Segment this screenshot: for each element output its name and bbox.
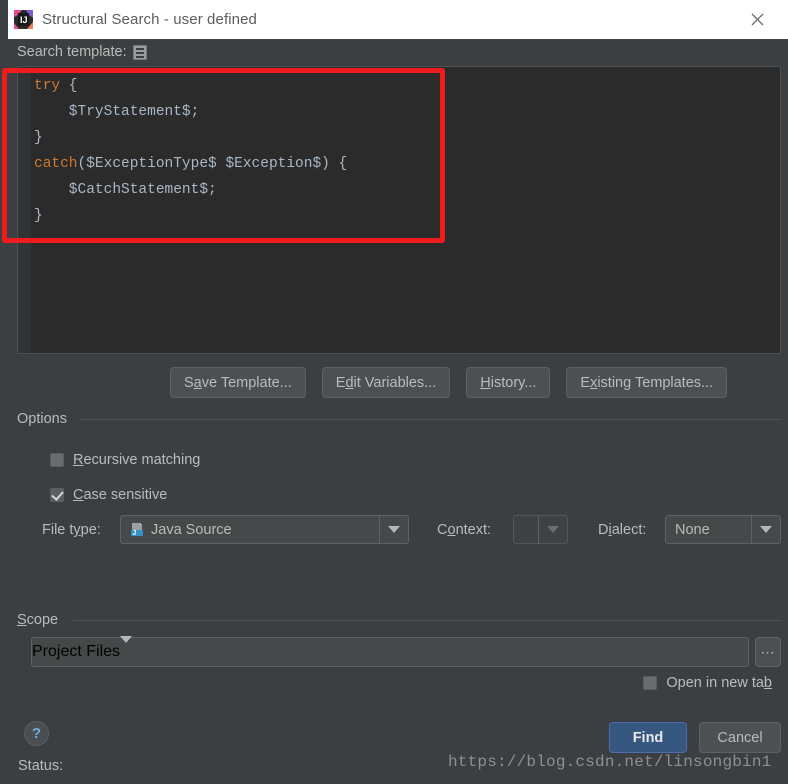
- file-type-label: File type:: [42, 522, 101, 538]
- cancel-button[interactable]: Cancel: [699, 722, 781, 753]
- file-type-combo[interactable]: J Java Source: [120, 515, 409, 544]
- watermark: https://blog.csdn.net/linsongbin1: [448, 753, 772, 771]
- case-sensitive-label: Case sensitive: [73, 487, 168, 503]
- java-source-icon: J: [129, 522, 145, 538]
- dialect-value: None: [675, 521, 710, 538]
- file-type-chevron-down-icon[interactable]: [379, 516, 408, 543]
- editor-gutter: [18, 67, 31, 353]
- history-button[interactable]: History...: [466, 367, 551, 398]
- context-chevron-down-icon[interactable]: [538, 516, 567, 543]
- dialect-chevron-down-icon[interactable]: [751, 516, 780, 543]
- save-template-button[interactable]: Sa ve Template...: [170, 367, 306, 398]
- find-button[interactable]: Find: [609, 722, 687, 753]
- recursive-matching-row[interactable]: Recursive matching: [50, 452, 200, 468]
- recursive-matching-checkbox[interactable]: [50, 453, 64, 467]
- recursive-matching-label: Recursive matching: [73, 452, 201, 468]
- title-bar: IJ Structural Search - user defined: [8, 0, 788, 39]
- intellij-idea-icon: IJ: [14, 10, 33, 29]
- existing-templates-button[interactable]: Ex isting Templates...: [566, 367, 728, 398]
- template-list-icon[interactable]: [132, 44, 147, 60]
- scope-group-divider: [73, 620, 781, 621]
- search-template-label: Search template:: [17, 44, 127, 60]
- search-template-code[interactable]: try { $TryStatement$; } catch($Exception…: [34, 73, 347, 229]
- case-sensitive-row[interactable]: Case sensitive: [50, 487, 167, 503]
- code-token: }: [34, 130, 43, 146]
- file-type-value: Java Source: [151, 521, 232, 538]
- open-in-new-tab-checkbox[interactable]: [643, 676, 658, 690]
- structural-search-dialog: IJ Structural Search - user defined Sear…: [0, 0, 788, 784]
- context-label: Context:: [437, 522, 492, 538]
- code-token: $TryStatement$;: [34, 104, 200, 120]
- scope-chevron-down-icon[interactable]: [120, 636, 133, 661]
- open-in-new-tab-label: Open in new tab: [666, 675, 772, 691]
- dialect-label: Dialect:: [598, 522, 647, 538]
- options-group-label: Options: [17, 411, 74, 427]
- svg-text:IJ: IJ: [20, 15, 28, 25]
- status-label: Status:: [18, 758, 64, 774]
- scope-combo[interactable]: Project Files: [31, 636, 749, 667]
- search-template-editor[interactable]: try { $TryStatement$; } catch($Exception…: [17, 66, 781, 354]
- search-template-label-row: Search template:: [17, 44, 147, 60]
- code-token: try: [34, 78, 61, 94]
- context-combo[interactable]: [513, 515, 568, 544]
- svg-text:J: J: [132, 530, 136, 537]
- code-token: ($ExceptionType$ $Exception$) {: [77, 156, 348, 172]
- template-actions: Sa ve Template... Ed it Variables... History…: [170, 367, 728, 398]
- close-icon[interactable]: [734, 0, 780, 39]
- scope-browse-button[interactable]: ⋯: [755, 637, 781, 667]
- window-title: Structural Search - user defined: [42, 11, 257, 28]
- options-group-divider: [80, 419, 781, 420]
- scope-group-label: Scope: [17, 612, 66, 628]
- code-token: {: [60, 78, 78, 94]
- scope-value: Project Files: [32, 643, 121, 660]
- case-sensitive-checkbox[interactable]: [50, 488, 64, 502]
- code-token: catch: [34, 156, 78, 172]
- code-token: $CatchStatement$;: [34, 182, 217, 198]
- code-token: }: [34, 208, 43, 224]
- edit-variables-button[interactable]: Ed it Variables...: [321, 367, 451, 398]
- dialect-combo[interactable]: None: [665, 515, 781, 544]
- open-in-new-tab-row[interactable]: Open in new tab: [643, 675, 772, 691]
- help-icon[interactable]: ?: [24, 721, 49, 746]
